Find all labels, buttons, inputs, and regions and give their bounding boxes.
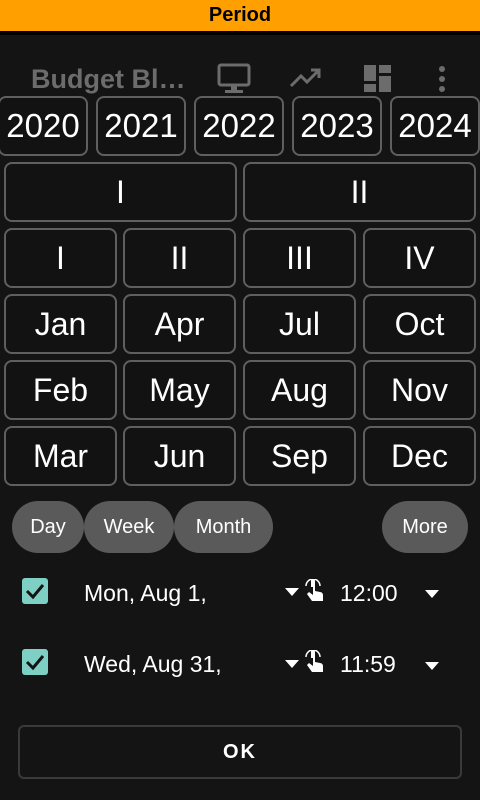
check-icon	[25, 655, 45, 671]
end-time-dropdown-icon[interactable]	[425, 659, 439, 677]
touch-icon	[303, 649, 325, 679]
end-date[interactable]: Wed, Aug 31,	[84, 651, 222, 678]
half-1-button[interactable]: I	[4, 162, 237, 222]
touch-icon	[303, 578, 325, 608]
start-time-dropdown-icon[interactable]	[425, 587, 439, 605]
month-apr-button[interactable]: Apr	[123, 294, 236, 354]
month-may-button[interactable]: May	[123, 360, 236, 420]
quarter-4-button[interactable]: IV	[363, 228, 476, 288]
month-jul-button[interactable]: Jul	[243, 294, 356, 354]
title-divider	[0, 31, 480, 35]
dialog-title: Period	[0, 0, 480, 31]
month-aug-button[interactable]: Aug	[243, 360, 356, 420]
end-checkbox[interactable]	[22, 649, 48, 675]
year-2022-button[interactable]: 2022	[194, 96, 284, 156]
half-2-button[interactable]: II	[243, 162, 476, 222]
background-toolbar: Budget Bl…	[0, 52, 480, 102]
month-dec-button[interactable]: Dec	[363, 426, 476, 486]
chip-day[interactable]: Day	[12, 501, 84, 553]
month-mar-button[interactable]: Mar	[4, 426, 117, 486]
end-date-row: Wed, Aug 31, 11:59	[0, 633, 480, 693]
quarter-2-button[interactable]: II	[123, 228, 236, 288]
chip-month[interactable]: Month	[174, 501, 273, 553]
ok-button[interactable]: OK	[18, 725, 462, 779]
month-oct-button[interactable]: Oct	[363, 294, 476, 354]
month-nov-button[interactable]: Nov	[363, 360, 476, 420]
quarter-1-button[interactable]: I	[4, 228, 117, 288]
chip-more[interactable]: More	[382, 501, 468, 553]
month-jun-button[interactable]: Jun	[123, 426, 236, 486]
month-jan-button[interactable]: Jan	[4, 294, 117, 354]
year-2023-button[interactable]: 2023	[292, 96, 382, 156]
year-2020-button[interactable]: 2020	[0, 96, 88, 156]
background-app-title: Budget Bl…	[31, 64, 186, 94]
start-date-dropdown-icon[interactable]	[285, 585, 299, 603]
year-2024-button[interactable]: 2024	[390, 96, 480, 156]
end-date-dropdown-icon[interactable]	[285, 657, 299, 675]
year-2021-button[interactable]: 2021	[96, 96, 186, 156]
month-feb-button[interactable]: Feb	[4, 360, 117, 420]
check-icon	[25, 584, 45, 600]
start-date-row: Mon, Aug 1, 12:00	[0, 561, 480, 621]
start-time[interactable]: 12:00	[340, 580, 398, 607]
chip-week[interactable]: Week	[84, 501, 174, 553]
month-sep-button[interactable]: Sep	[243, 426, 356, 486]
start-date[interactable]: Mon, Aug 1,	[84, 580, 207, 607]
end-time[interactable]: 11:59	[340, 651, 398, 678]
quarter-3-button[interactable]: III	[243, 228, 356, 288]
start-checkbox[interactable]	[22, 578, 48, 604]
